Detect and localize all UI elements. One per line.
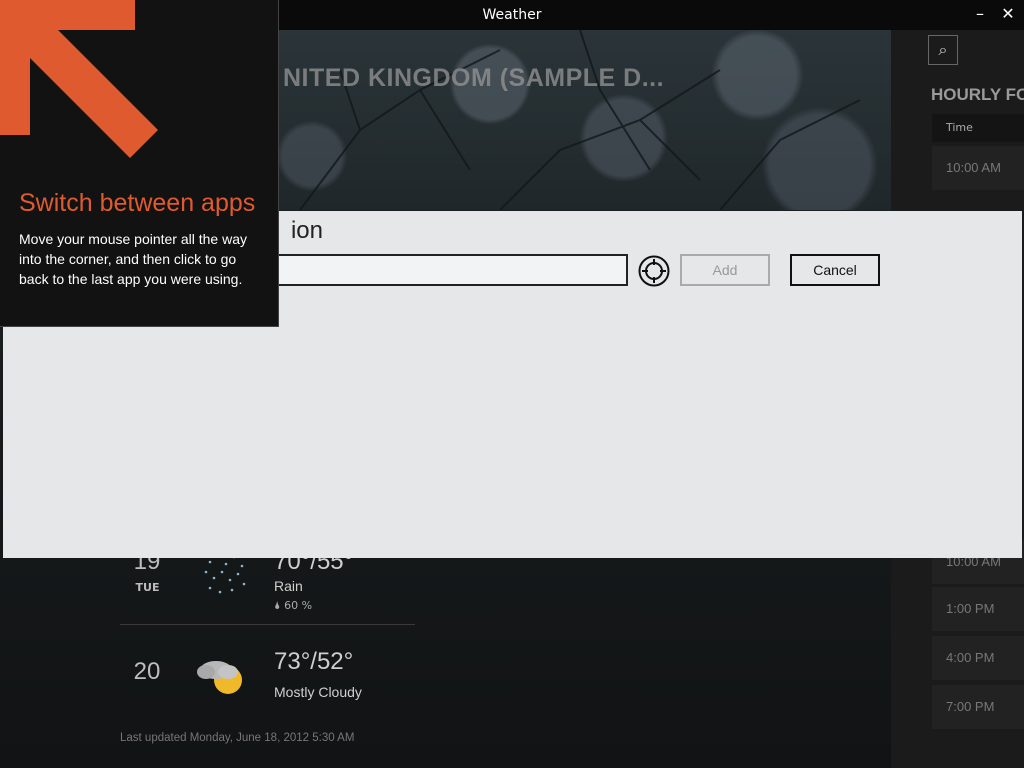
tip-title: Switch between apps [19, 189, 256, 217]
hourly-time-cell: 10:00 AM [932, 146, 1024, 190]
hourly-column-header: Time [932, 114, 1024, 142]
condition: Rain [274, 578, 303, 594]
cancel-button[interactable]: Cancel [790, 254, 880, 286]
last-updated: Last updated Monday, June 18, 2012 5:30 … [120, 732, 355, 744]
precipitation: 🌢 60 % [274, 599, 312, 613]
corner-arrow-icon [0, 0, 158, 158]
add-button[interactable]: Add [680, 254, 770, 286]
search-button[interactable]: ⌕ [928, 35, 958, 65]
precipitation-value: 60 % [284, 599, 313, 612]
city-title: NITED KINGDOM (SAMPLE D... [283, 64, 665, 92]
tip-body: Move your mouse pointer all the way into… [19, 231, 247, 287]
hourly-title: HOURLY FO [931, 85, 1024, 104]
hourly-time-cell: 7:00 PM [932, 685, 1024, 729]
raindrop-icon: 🌢 [274, 599, 281, 612]
current-location-icon[interactable] [638, 255, 670, 287]
forecast-day-row[interactable]: 20 73°/52° Mostly Cloudy [120, 648, 415, 720]
forecast-day-row[interactable]: 19 TUE 70°/55° Rain 🌢 60 % [120, 548, 415, 618]
condition: Mostly Cloudy [274, 684, 362, 700]
day-number: 20 [133, 658, 161, 685]
partly-cloudy-icon [197, 661, 242, 694]
close-button[interactable]: ✕ [998, 5, 1018, 23]
search-icon: ⌕ [938, 40, 948, 59]
temperature: 73°/52° [274, 648, 354, 675]
forecast-divider [120, 624, 415, 625]
minimize-button[interactable]: – [970, 5, 990, 23]
weather-app: Weather – ✕ NITED KINGDOM (SAMPLE D... 1… [0, 0, 1024, 768]
hourly-time-cell: 4:00 PM [932, 636, 1024, 680]
hourly-time-cell: 1:00 PM [932, 587, 1024, 631]
day-of-week: TUE [135, 581, 160, 594]
switch-apps-tip: Switch between apps Move your mouse poin… [0, 0, 279, 327]
